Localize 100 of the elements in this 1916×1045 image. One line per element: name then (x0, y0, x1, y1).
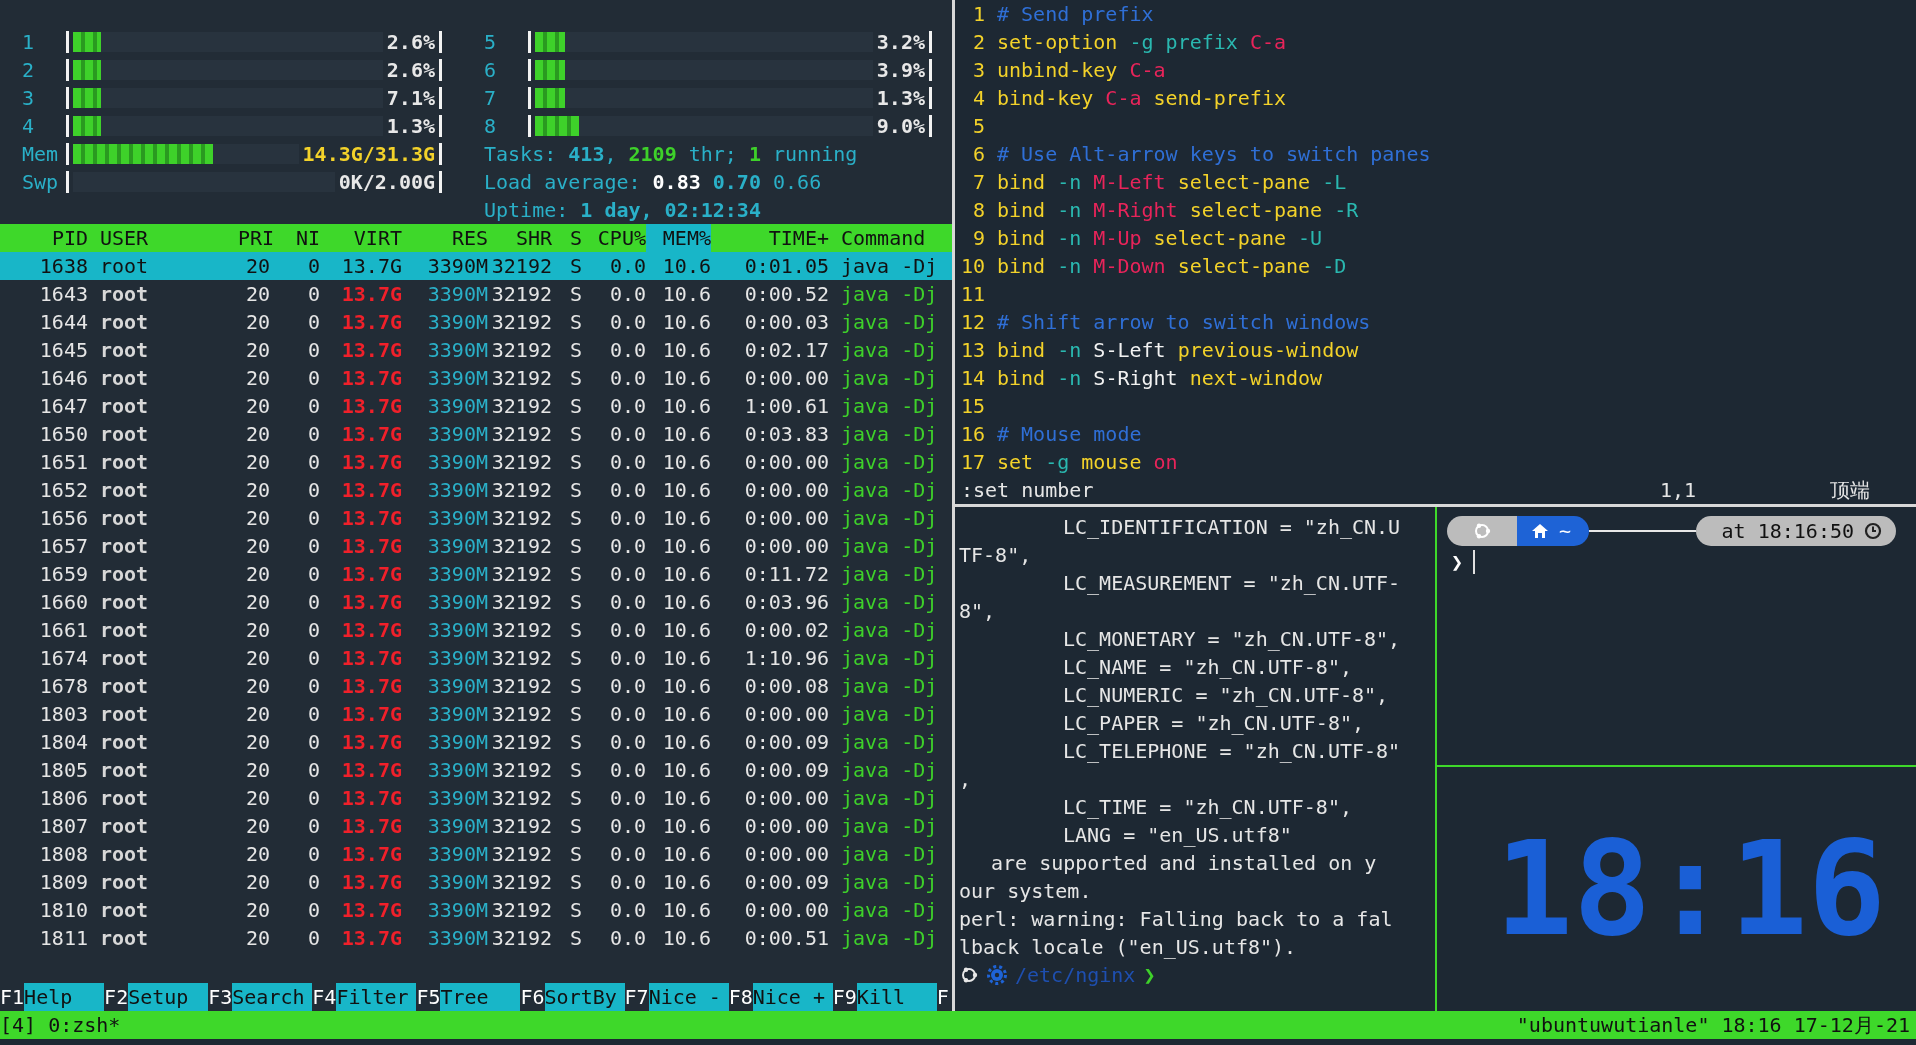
column-header[interactable]: USER (88, 224, 238, 252)
process-row[interactable]: 1659 root 20 0 13.7G 3390M 32192 S 0.0 10.6 0:11.72 java -Dj (0, 560, 952, 588)
command-cell-text: java -Dj (840, 617, 939, 644)
terminal-output-line: , (958, 766, 973, 793)
process-row[interactable]: 1805 root 20 0 13.7G 3390M 32192 S 0.0 10.6 0:00.09 java -Dj (0, 756, 952, 784)
shr-cell-text: 32192 (490, 337, 552, 364)
process-row[interactable]: 1656 root 20 0 13.7G 3390M 32192 S 0.0 10.6 0:00.00 java -Dj (0, 504, 952, 532)
function-key-label[interactable]: Help (24, 983, 105, 1011)
time-cell-text: 0:03.96 (743, 589, 829, 616)
process-row[interactable]: 1645 root 20 0 13.7G 3390M 32192 S 0.0 10.6 0:02.17 java -Dj (0, 336, 952, 364)
column-header[interactable]: RES (402, 224, 488, 252)
process-row[interactable]: 1678 root 20 0 13.7G 3390M 32192 S 0.0 10.6 0:00.08 java -Dj (0, 672, 952, 700)
function-key[interactable]: F3 (208, 983, 233, 1011)
process-row[interactable]: 1646 root 20 0 13.7G 3390M 32192 S 0.0 10.6 0:00.00 java -Dj (0, 364, 952, 392)
mem-cell-text: 10.6 (661, 645, 711, 672)
process-row[interactable]: 1651 root 20 0 13.7G 3390M 32192 S 0.0 10.6 0:00.00 java -Dj (0, 448, 952, 476)
process-row[interactable]: 1647 root 20 0 13.7G 3390M 32192 S 0.0 10.6 1:00.61 java -Dj (0, 392, 952, 420)
line-number: 3 (971, 57, 985, 84)
column-header[interactable]: SHR (488, 224, 552, 252)
column-header[interactable]: PRI (238, 224, 270, 252)
function-key-label[interactable]: Search (232, 983, 313, 1011)
process-row[interactable]: 1807 root 20 0 13.7G 3390M 32192 S 0.0 10.6 0:00.00 java -Dj (0, 812, 952, 840)
function-key[interactable]: F9 (832, 983, 857, 1011)
function-key[interactable]: F1 (0, 983, 25, 1011)
column-header[interactable]: MEM% (646, 224, 711, 252)
priority-cell-text: 20 (244, 645, 270, 672)
code-line: set -g mouse on (997, 449, 1178, 476)
code-line: bind -n M-Down select-pane -D (997, 253, 1347, 280)
function-key-label[interactable]: Setup (128, 983, 209, 1011)
function-key[interactable]: F6 (520, 983, 545, 1011)
function-key-label[interactable]: SortBy (544, 983, 625, 1011)
function-key[interactable]: F2 (104, 983, 129, 1011)
command-cell-text: java -Dj (840, 869, 939, 896)
process-row[interactable]: 1643 root 20 0 13.7G 3390M 32192 S 0.0 10.6 0:00.52 java -Dj (0, 280, 952, 308)
process-row[interactable]: 1804 root 20 0 13.7G 3390M 32192 S 0.0 10.6 0:00.09 java -Dj (0, 728, 952, 756)
priority-cell-text: 20 (244, 869, 270, 896)
process-row[interactable]: 1808 root 20 0 13.7G 3390M 32192 S 0.0 10.6 0:00.00 java -Dj (0, 840, 952, 868)
command-cell-text: java -Dj (840, 477, 939, 504)
user-cell-text: root (99, 505, 150, 532)
cpu-cell-text: 0.0 (608, 505, 646, 532)
user-cell-text: root (99, 617, 150, 644)
pid-cell-text: 1678 (38, 673, 88, 700)
function-key-label[interactable]: Tree (440, 983, 521, 1011)
mem-cell-text: 10.6 (661, 561, 711, 588)
process-row[interactable]: 1657 root 20 0 13.7G 3390M 32192 S 0.0 10.6 0:00.00 java -Dj (0, 532, 952, 560)
command-cell-text: java -Dj (840, 337, 939, 364)
time-cell-text: 0:00.52 (743, 281, 829, 308)
column-header[interactable]: VIRT (320, 224, 402, 252)
process-row[interactable]: 1811 root 20 0 13.7G 3390M 32192 S 0.0 10.6 0:00.51 java -Dj (0, 924, 952, 952)
process-row[interactable]: 1644 root 20 0 13.7G 3390M 32192 S 0.0 10.6 0:00.03 java -Dj (0, 308, 952, 336)
column-header[interactable]: Command (829, 224, 952, 252)
function-key-label[interactable]: Kill (856, 983, 937, 1011)
cpu-cell-text: 0.0 (608, 925, 646, 952)
function-key-label[interactable]: Nice - (648, 983, 729, 1011)
cpu-cell-text: 0.0 (608, 617, 646, 644)
function-key-label[interactable]: Filter (336, 983, 417, 1011)
time-cell-text: 0:00.08 (743, 673, 829, 700)
res-cell-text: 3390M (426, 533, 488, 560)
mem-cell-text: 10.6 (661, 897, 711, 924)
column-header[interactable]: TIME+ (711, 224, 829, 252)
line-number: 11 (959, 281, 985, 308)
column-header[interactable]: CPU% (582, 224, 646, 252)
pid-cell-text: 1659 (38, 561, 88, 588)
window-tab[interactable]: 0:zsh* (48, 1011, 121, 1039)
process-row[interactable]: 1638 root 20 0 13.7G 3390M 32192 S 0.0 10.6 0:01.05 java -Dj (0, 252, 952, 280)
command-cell-text: java -Dj (840, 841, 939, 868)
process-row[interactable]: 1810 root 20 0 13.7G 3390M 32192 S 0.0 10.6 0:00.00 java -Dj (0, 896, 952, 924)
code-line: # Use Alt-arrow keys to switch panes (997, 141, 1431, 168)
process-row[interactable]: 1661 root 20 0 13.7G 3390M 32192 S 0.0 10.6 0:00.02 java -Dj (0, 616, 952, 644)
res-cell-text: 3390M (426, 449, 488, 476)
process-row[interactable]: 1660 root 20 0 13.7G 3390M 32192 S 0.0 10.6 0:03.96 java -Dj (0, 588, 952, 616)
system-info-line: Tasks: 413, 2109 thr; 1 running (484, 141, 859, 168)
process-row[interactable]: 1803 root 20 0 13.7G 3390M 32192 S 0.0 10.6 0:00.00 java -Dj (0, 700, 952, 728)
virt-cell-text: 13.7G (340, 813, 402, 840)
function-key[interactable]: F (936, 983, 949, 1011)
function-key[interactable]: F5 (416, 983, 441, 1011)
function-key[interactable]: F4 (312, 983, 337, 1011)
user-cell-text: root (99, 841, 150, 868)
mem-cell-text: 10.6 (661, 673, 711, 700)
process-row[interactable]: 1674 root 20 0 13.7G 3390M 32192 S 0.0 10.6 1:10.96 java -Dj (0, 644, 952, 672)
mem-cell-text: 10.6 (661, 281, 711, 308)
function-key[interactable]: F8 (728, 983, 753, 1011)
time-cell-text: 0:00.09 (743, 729, 829, 756)
function-key[interactable]: F7 (624, 983, 649, 1011)
mem-cell-text: 10.6 (661, 841, 711, 868)
line-number: 6 (971, 141, 985, 168)
process-row[interactable]: 1809 root 20 0 13.7G 3390M 32192 S 0.0 10.6 0:00.09 java -Dj (0, 868, 952, 896)
process-row[interactable]: 1650 root 20 0 13.7G 3390M 32192 S 0.0 10.6 0:03.83 java -Dj (0, 420, 952, 448)
column-header[interactable]: PID (0, 224, 88, 252)
user-cell-text: root (99, 421, 150, 448)
nice-cell-text: 0 (306, 589, 320, 616)
code-line: set-option -g prefix C-a (997, 29, 1286, 56)
res-cell-text: 3390M (426, 897, 488, 924)
column-header[interactable]: S (552, 224, 582, 252)
cpu-cell-text: 0.0 (608, 449, 646, 476)
time-cell-text: 0:00.00 (743, 533, 829, 560)
function-key-label[interactable]: Nice + (752, 983, 833, 1011)
virt-cell-text: 13.7G (340, 477, 402, 504)
process-row[interactable]: 1652 root 20 0 13.7G 3390M 32192 S 0.0 10.6 0:00.00 java -Dj (0, 476, 952, 504)
process-row[interactable]: 1806 root 20 0 13.7G 3390M 32192 S 0.0 10.6 0:00.00 java -Dj (0, 784, 952, 812)
